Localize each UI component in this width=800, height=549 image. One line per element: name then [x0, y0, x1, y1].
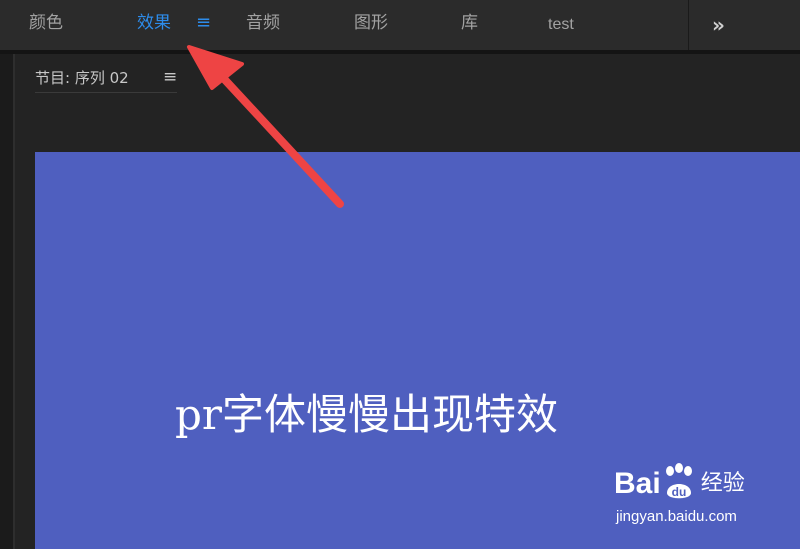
workspace-tab-test[interactable]: test [548, 14, 574, 36]
watermark-brand-cn: 经验 [700, 471, 745, 496]
svg-text:du: du [671, 485, 686, 499]
workspace-tab-libraries[interactable]: 库 [461, 12, 478, 34]
video-title-text: pr字体慢慢出现特效 [175, 390, 558, 439]
baidu-jingyan-watermark: Bai du 经验 jingyan.baidu.com [614, 462, 764, 532]
watermark-url: jingyan.baidu.com [616, 508, 737, 525]
left-panel-edge [0, 54, 13, 549]
watermark-logo: Bai du 经验 [614, 462, 745, 506]
watermark-brand-left: Bai [614, 467, 661, 500]
workspace-tab-audio[interactable]: 音频 [246, 12, 280, 34]
topbar-divider [688, 0, 689, 50]
hamburger-menu-icon[interactable]: ≡ [196, 12, 211, 34]
panel-title-underline [35, 92, 177, 93]
panel-title[interactable]: 节目: 序列 02 [35, 68, 129, 88]
paw-icon: du [662, 463, 696, 505]
workspace-tab-graphics[interactable]: 图形 [354, 12, 388, 34]
hamburger-menu-icon[interactable]: ≡ [163, 67, 177, 87]
premiere-window: 颜色 效果 ≡ 音频 图形 库 test » 节目: 序列 02 ≡ pr字体慢… [0, 0, 800, 549]
workspace-tab-effects[interactable]: 效果 [137, 12, 171, 34]
workspace-tab-bar: 颜色 效果 ≡ 音频 图形 库 test » [0, 0, 800, 50]
double-chevron-right-icon[interactable]: » [700, 0, 734, 50]
workspace-tab-color[interactable]: 颜色 [29, 12, 63, 34]
